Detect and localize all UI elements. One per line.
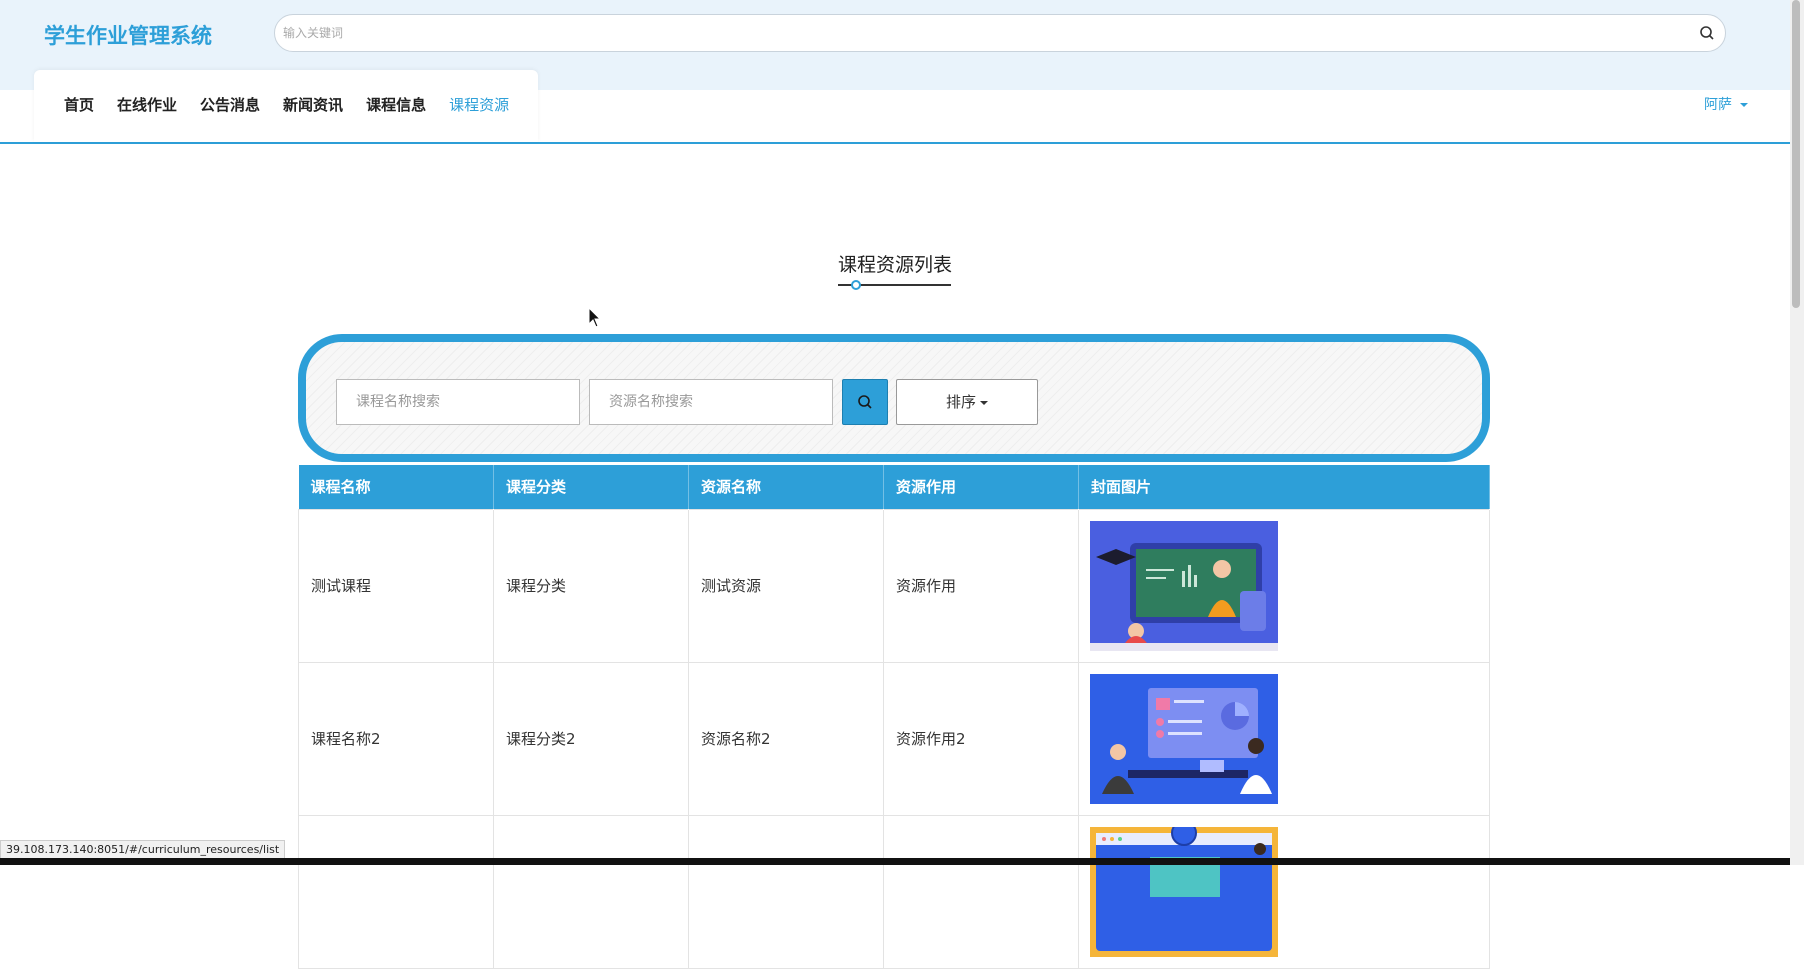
cell-resource-purpose: 资源作用	[883, 508, 1079, 663]
nav-item-news[interactable]: 新闻资讯	[283, 94, 343, 115]
course-name-search-input[interactable]	[337, 380, 579, 424]
table-row[interactable]	[298, 814, 1490, 969]
column-header-course-category: 课程分类	[493, 465, 689, 509]
user-menu[interactable]: 阿萨	[1704, 94, 1748, 114]
column-header-resource-name: 资源名称	[688, 465, 884, 509]
main-navbar: 首页 在线作业 公告消息 新闻资讯 课程信息 课程资源 阿萨	[0, 70, 1790, 144]
cell-cover-image	[1078, 661, 1490, 816]
nav-panel: 首页 在线作业 公告消息 新闻资讯 课程信息 课程资源	[34, 70, 538, 142]
nav-item-announcements[interactable]: 公告消息	[200, 94, 260, 115]
search-button[interactable]	[842, 379, 888, 425]
cell-resource-purpose	[883, 814, 1079, 969]
nav-items: 首页 在线作业 公告消息 新闻资讯 课程信息 课程资源	[64, 94, 532, 115]
resource-table: 课程名称 课程分类 资源名称 资源作用 封面图片 测试课程 课程分类 测试资源 …	[298, 465, 1490, 969]
table-header-row: 课程名称 课程分类 资源名称 资源作用 封面图片	[298, 465, 1490, 509]
cell-course-name: 测试课程	[298, 508, 494, 663]
page-title: 课程资源列表	[838, 254, 953, 276]
nav-item-home[interactable]: 首页	[64, 94, 94, 115]
site-brand[interactable]: 学生作业管理系统	[44, 20, 212, 50]
chevron-down-icon	[1740, 103, 1748, 107]
user-name: 阿萨	[1704, 97, 1732, 113]
cell-resource-name: 测试资源	[688, 508, 884, 663]
title-dot	[851, 280, 861, 290]
scrollbar-thumb[interactable]	[1792, 0, 1800, 308]
cell-course-category: 课程分类	[493, 508, 689, 663]
status-bar-url: 39.108.173.140:8051/#/curriculum_resourc…	[0, 840, 286, 860]
cell-resource-purpose: 资源作用2	[883, 661, 1079, 816]
bottom-edge	[0, 858, 1804, 865]
table-row[interactable]: 课程名称2 课程分类2 资源名称2 资源作用2	[298, 661, 1490, 816]
column-header-resource-purpose: 资源作用	[883, 465, 1079, 509]
meeting-presentation-image[interactable]	[1090, 673, 1278, 804]
filter-panel: 排序	[298, 334, 1490, 462]
global-search-bar[interactable]	[274, 14, 1726, 52]
cell-course-category: 课程分类2	[493, 661, 689, 816]
sort-dropdown-button[interactable]: 排序	[896, 379, 1038, 425]
resource-name-search-input[interactable]	[590, 380, 832, 424]
chevron-down-icon	[980, 400, 988, 405]
nav-item-course-info[interactable]: 课程信息	[366, 94, 426, 115]
cell-course-name: 课程名称2	[298, 661, 494, 816]
cell-cover-image	[1078, 508, 1490, 663]
cell-resource-name: 资源名称2	[688, 661, 884, 816]
global-search-input[interactable]	[283, 23, 1663, 43]
resource-name-search-field[interactable]	[589, 379, 833, 425]
cell-cover-image	[1078, 814, 1490, 969]
table-row[interactable]: 测试课程 课程分类 测试资源 资源作用	[298, 508, 1490, 663]
search-icon	[858, 395, 872, 409]
column-header-course-name: 课程名称	[298, 465, 494, 509]
video-call-image[interactable]	[1090, 826, 1278, 957]
cell-course-name	[298, 814, 494, 969]
sort-label: 排序	[945, 393, 976, 411]
search-icon[interactable]	[1699, 25, 1715, 41]
column-header-cover-image: 封面图片	[1078, 465, 1490, 509]
nav-item-online-homework[interactable]: 在线作业	[117, 94, 177, 115]
cell-course-category	[493, 814, 689, 969]
mouse-cursor-icon	[588, 307, 602, 328]
vertical-scrollbar[interactable]	[1790, 0, 1804, 865]
nav-item-course-resources[interactable]: 课程资源	[449, 94, 509, 115]
course-name-search-field[interactable]	[336, 379, 580, 425]
online-class-teacher-image[interactable]	[1090, 520, 1278, 651]
cell-resource-name	[688, 814, 884, 969]
